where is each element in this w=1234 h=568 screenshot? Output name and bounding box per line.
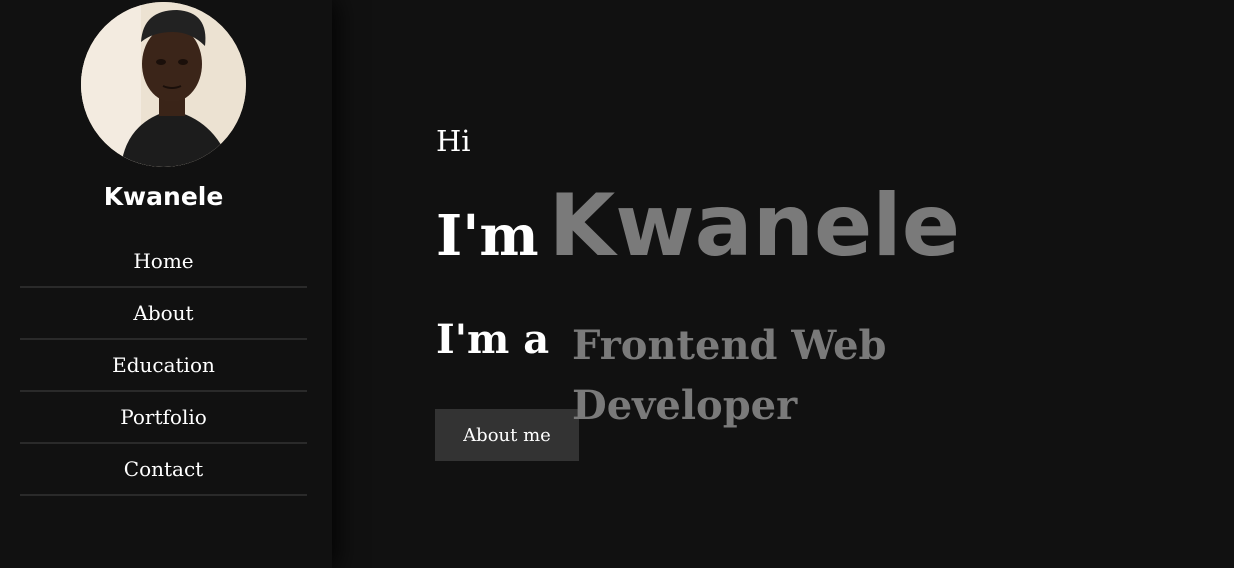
main-nav: Home About Education Portfolio Contact (20, 236, 307, 496)
hero-name-prefix: I'm (436, 203, 539, 269)
hero-greeting: Hi (436, 124, 471, 158)
sidebar: Kwanele Home About Education Portfolio C… (0, 0, 332, 568)
avatar (81, 2, 246, 167)
hero-name: Kwanele (548, 176, 961, 276)
hero-section: Hi I'm Kwanele I'm a Frontend Web Develop… (332, 0, 1234, 568)
avatar-photo (81, 2, 246, 167)
nav-item-education[interactable]: Education (20, 340, 307, 392)
hero-role-prefix: I'm a (436, 316, 550, 363)
about-me-button[interactable]: About me (435, 409, 579, 461)
brand-name: Kwanele (103, 182, 224, 211)
nav-item-home[interactable]: Home (20, 236, 307, 288)
hero-name-line: I'm Kwanele (436, 176, 960, 276)
nav-item-portfolio[interactable]: Portfolio (20, 392, 307, 444)
nav-item-about[interactable]: About (20, 288, 307, 340)
nav-item-contact[interactable]: Contact (20, 444, 307, 496)
hero-role: Frontend Web Developer (572, 322, 887, 429)
page: Kwanele Home About Education Portfolio C… (0, 0, 1234, 568)
